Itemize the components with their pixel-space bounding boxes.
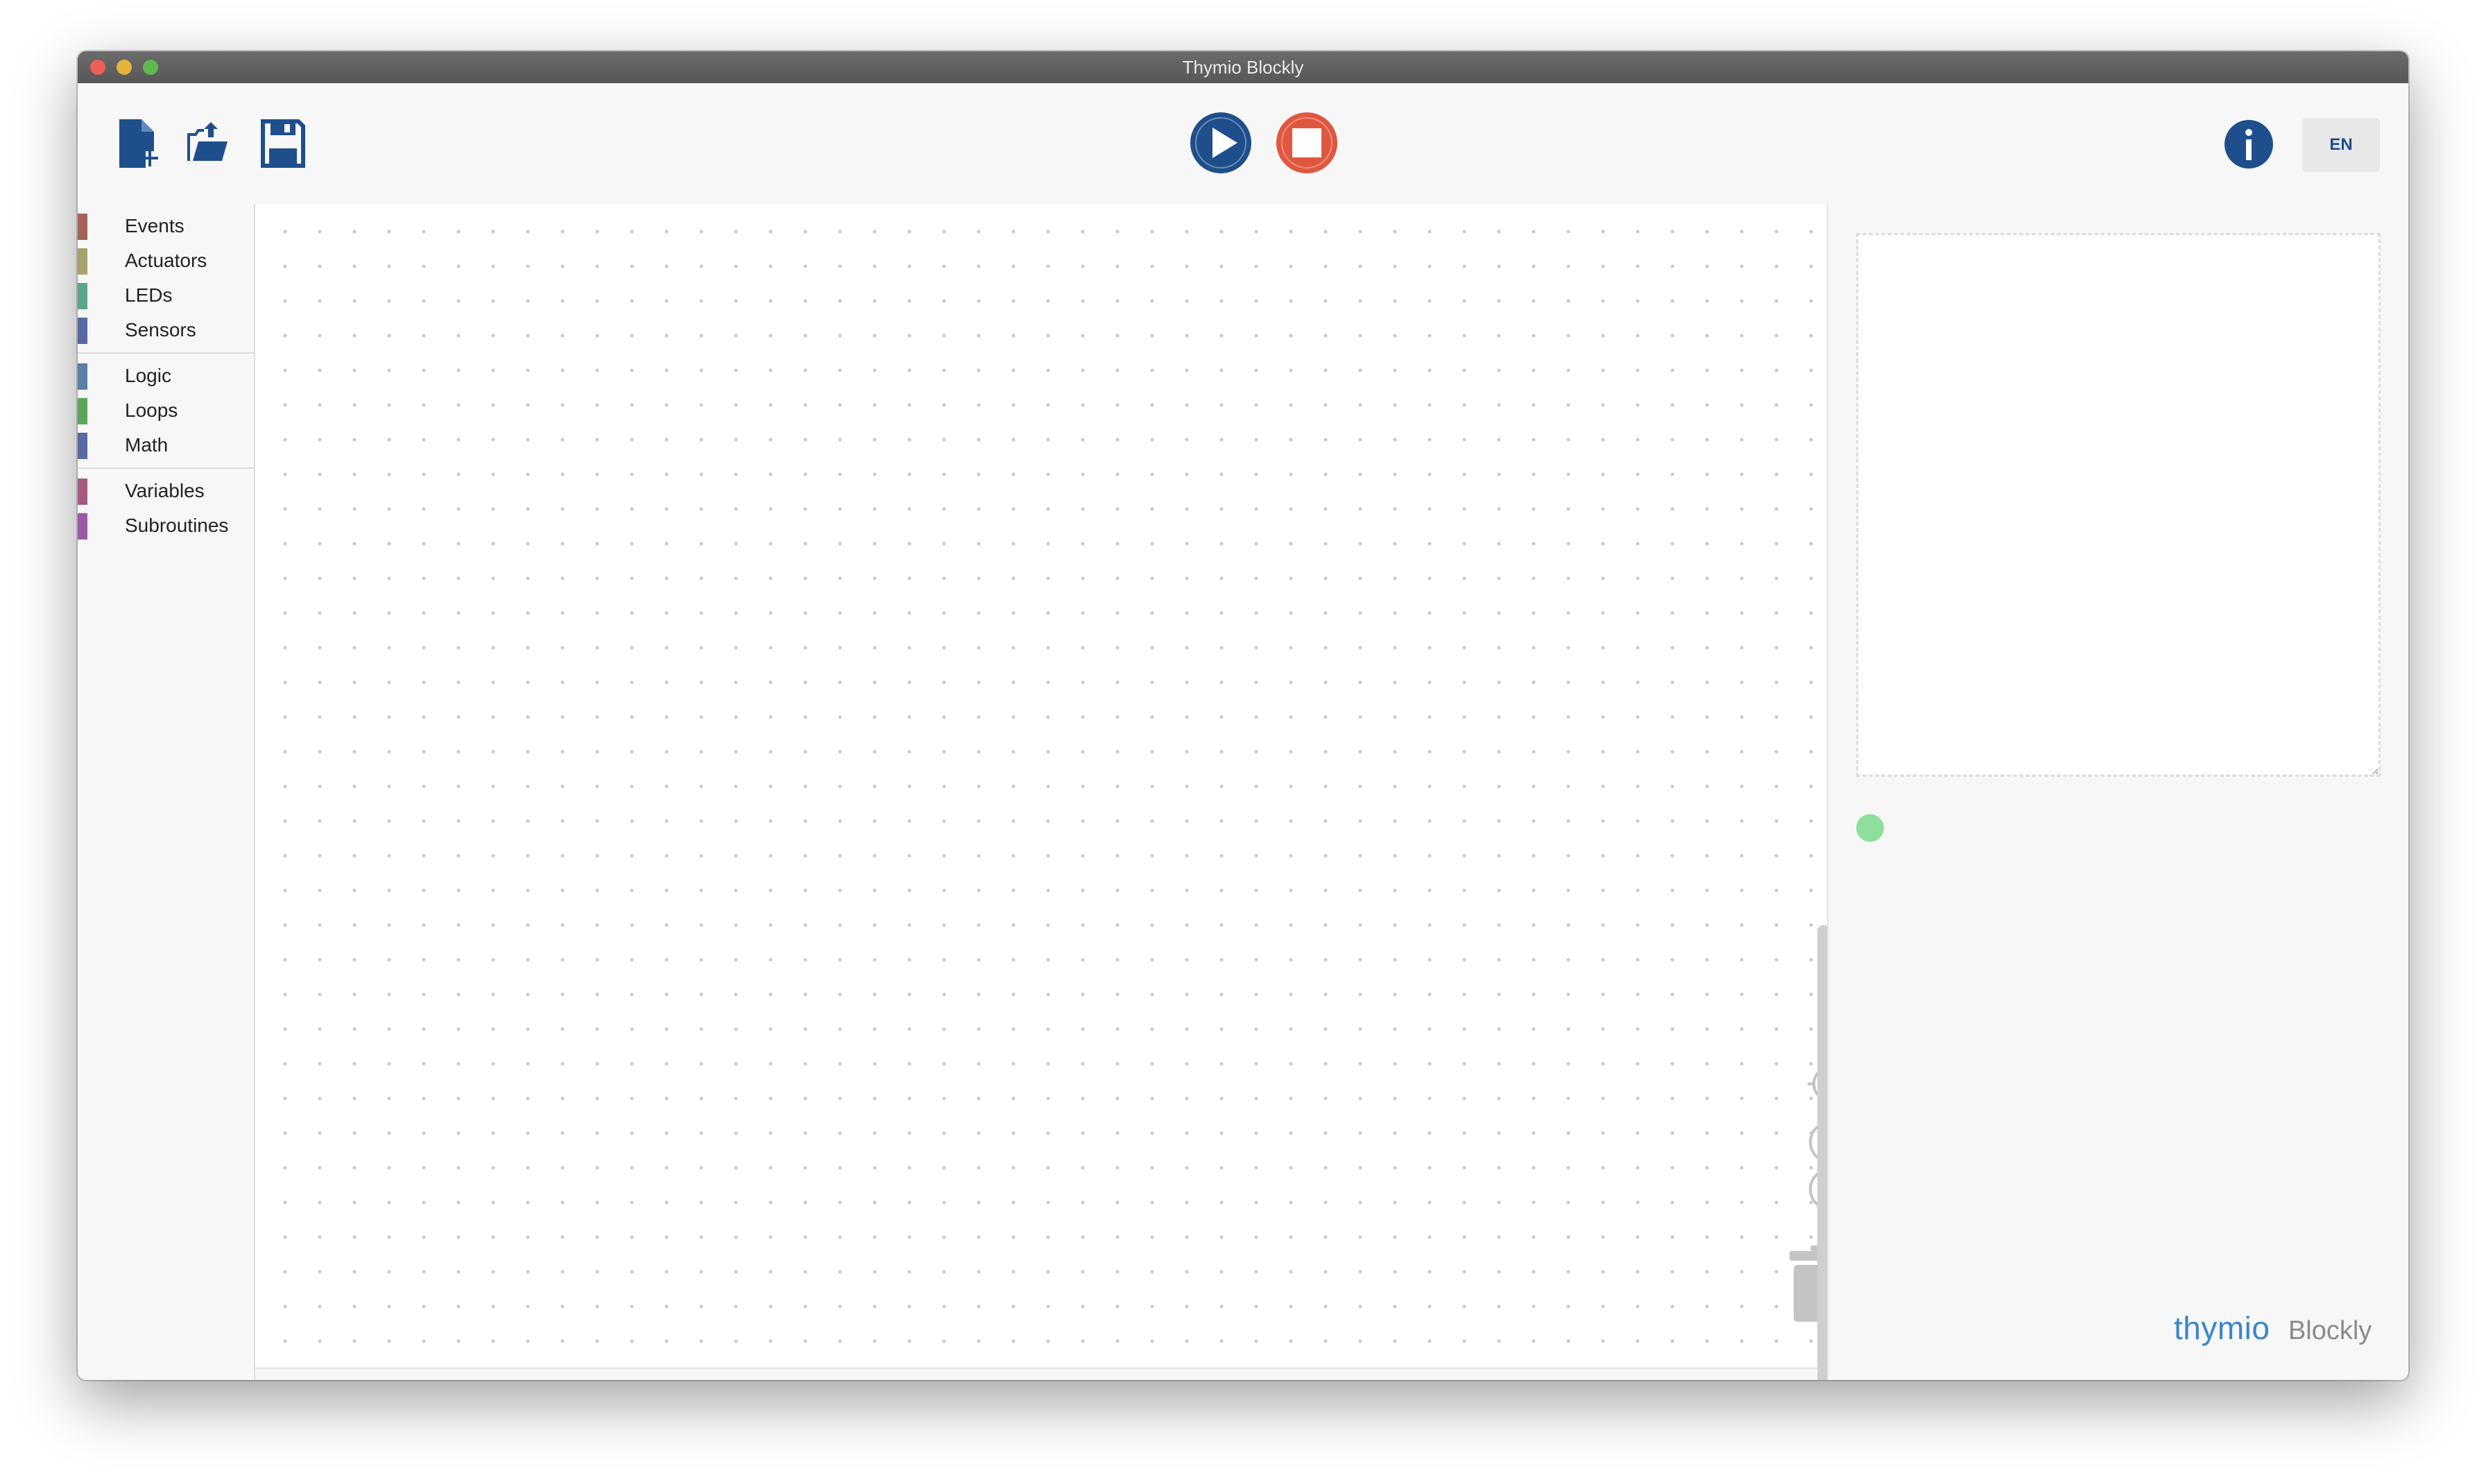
- category-leds[interactable]: LEDs: [78, 280, 254, 311]
- category-subroutines[interactable]: Subroutines: [78, 510, 254, 541]
- code-panel: thymio Blockly: [1827, 204, 2408, 1380]
- toolbox-separator: [78, 352, 254, 354]
- play-icon[interactable]: [1189, 111, 1253, 175]
- category-label: Logic: [125, 365, 171, 386]
- category-color: [78, 398, 87, 424]
- category-label: Subroutines: [125, 515, 229, 536]
- stop-icon[interactable]: [1275, 111, 1339, 175]
- new-file-icon[interactable]: [118, 118, 164, 169]
- minimize-window-button[interactable]: [117, 60, 132, 75]
- category-label: Math: [125, 434, 169, 456]
- category-color: [78, 363, 87, 390]
- open-folder-icon[interactable]: [186, 119, 232, 165]
- block-category-toolbox: Events Actuators LEDs Sensors Logic Loop…: [78, 204, 255, 1380]
- toolbox-separator: [78, 467, 254, 469]
- category-math[interactable]: Math: [78, 430, 254, 460]
- save-disk-icon[interactable]: [261, 119, 305, 168]
- category-label: Actuators: [125, 250, 207, 271]
- category-label: LEDs: [125, 284, 173, 306]
- maximize-window-button[interactable]: [143, 60, 158, 75]
- category-actuators[interactable]: Actuators: [78, 245, 254, 276]
- category-logic[interactable]: Logic: [78, 361, 254, 391]
- category-color: [78, 248, 87, 275]
- category-color: [78, 214, 87, 240]
- category-sensors[interactable]: Sensors: [78, 315, 254, 345]
- close-window-button[interactable]: [90, 60, 105, 75]
- window-title: Thymio Blockly: [1182, 57, 1304, 78]
- category-label: Events: [125, 215, 185, 236]
- generated-code-textarea[interactable]: [1856, 233, 2381, 777]
- thymio-blockly-logo: thymio Blockly: [2174, 1309, 2372, 1351]
- category-color: [78, 283, 87, 309]
- category-label: Variables: [125, 480, 205, 501]
- toolbar: EN: [78, 83, 2408, 204]
- category-color: [78, 478, 87, 505]
- app-window: Thymio Blockly EN Events Actuators LEDs …: [78, 51, 2408, 1380]
- category-label: Loops: [125, 399, 178, 421]
- category-color: [78, 318, 87, 344]
- category-loops[interactable]: Loops: [78, 395, 254, 426]
- info-icon[interactable]: [2224, 119, 2274, 169]
- connection-status-indicator: [1856, 814, 1884, 842]
- brand-blockly: Blockly: [2288, 1316, 2372, 1345]
- language-button[interactable]: EN: [2302, 118, 2380, 172]
- block-workspace[interactable]: [255, 204, 1853, 1380]
- category-events[interactable]: Events: [78, 211, 254, 241]
- category-variables[interactable]: Variables: [78, 476, 254, 506]
- category-label: Sensors: [125, 319, 196, 340]
- category-color: [78, 433, 87, 459]
- title-bar: Thymio Blockly: [78, 51, 2408, 83]
- category-color: [78, 513, 87, 540]
- brand-thymio: thymio: [2174, 1310, 2270, 1346]
